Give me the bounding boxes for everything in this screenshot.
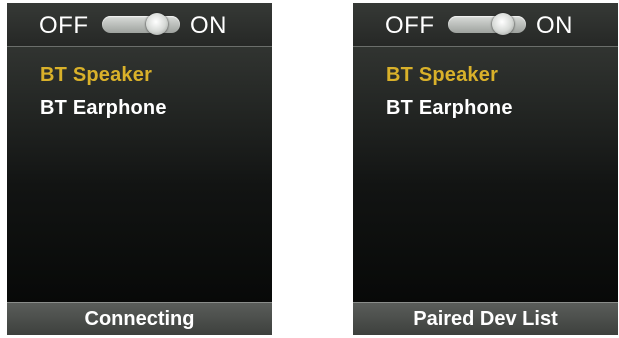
toggle-off-label: OFF bbox=[385, 12, 435, 39]
device-screen-connecting: OFF ON BT Speaker BT Earphone Connecting bbox=[7, 3, 272, 335]
toggle-off-label: OFF bbox=[39, 12, 89, 39]
toggle-knob-icon bbox=[146, 13, 168, 35]
toggle-on-label: ON bbox=[536, 12, 573, 39]
menu-item-bt-earphone[interactable]: BT Earphone bbox=[386, 97, 513, 120]
toggle-on-label: ON bbox=[190, 12, 227, 39]
bluetooth-toggle-switch[interactable] bbox=[448, 13, 526, 35]
bluetooth-toggle-switch[interactable] bbox=[102, 13, 180, 35]
softkey-footer[interactable]: Paired Dev List bbox=[353, 302, 618, 335]
menu-item-bt-speaker[interactable]: BT Speaker bbox=[40, 64, 152, 87]
status-footer: Connecting bbox=[7, 302, 272, 335]
bluetooth-toggle-bar: OFF ON bbox=[353, 3, 618, 47]
device-screen-paired-list: OFF ON BT Speaker BT Earphone Paired Dev… bbox=[353, 3, 618, 335]
toggle-knob-icon bbox=[492, 13, 514, 35]
menu-item-bt-earphone[interactable]: BT Earphone bbox=[40, 97, 167, 120]
menu-item-bt-speaker[interactable]: BT Speaker bbox=[386, 64, 498, 87]
bluetooth-toggle-bar: OFF ON bbox=[7, 3, 272, 47]
